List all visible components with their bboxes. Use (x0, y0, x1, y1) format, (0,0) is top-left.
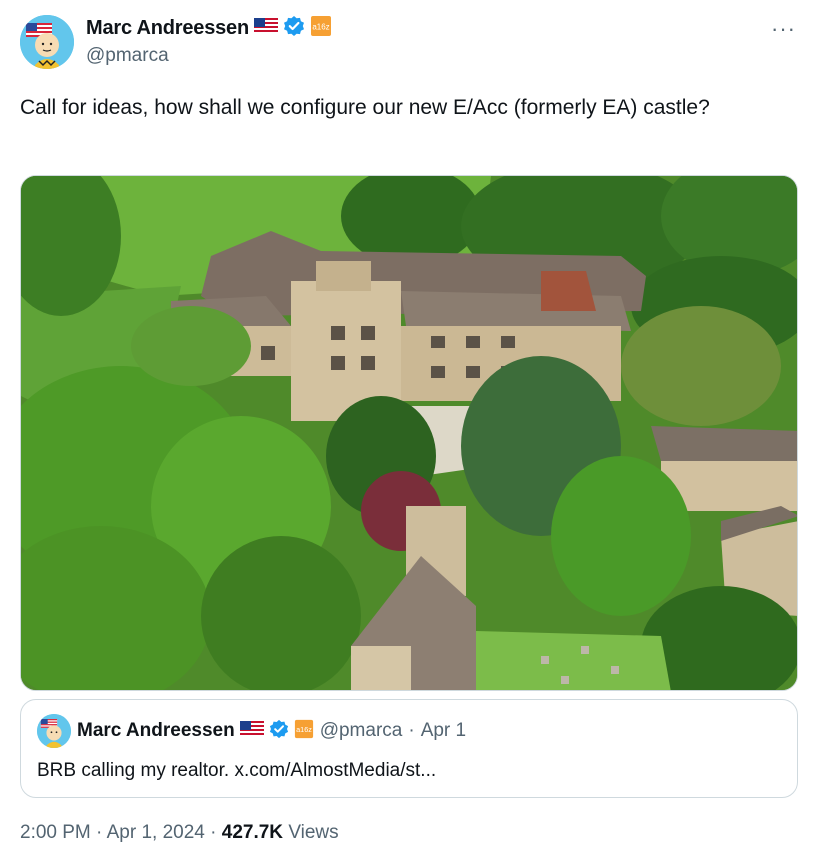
quoted-avatar[interactable] (37, 714, 71, 748)
tweet-time[interactable]: 2:00 PM (20, 822, 91, 843)
quoted-affiliate-label: a16z (296, 725, 312, 734)
tweet-text: Call for ideas, how shall we configure o… (20, 96, 710, 119)
more-options-icon[interactable]: ··· (771, 16, 796, 42)
tweet-photo[interactable] (20, 175, 798, 691)
quoted-tweet-text: BRB calling my realtor. x.com/AlmostMedi… (37, 760, 437, 781)
verified-badge-icon[interactable] (283, 15, 305, 42)
quoted-date[interactable]: Apr 1 (421, 720, 466, 742)
quoted-tweet-card[interactable]: Marc Andreessen a16z @pmarca · Apr 1 BRB… (20, 699, 798, 798)
verified-badge-icon[interactable] (269, 719, 289, 744)
views-count: 427.7K (221, 822, 284, 843)
us-flag-icon (254, 17, 278, 39)
us-flag-icon (239, 720, 264, 742)
author-handle[interactable]: @pmarca (86, 45, 169, 67)
quoted-separator: · (408, 720, 415, 741)
avatar[interactable] (20, 15, 74, 69)
meta-separator: · (210, 822, 217, 843)
author-display-name[interactable]: Marc Andreessen (86, 17, 249, 40)
tweet-meta: 2:00 PM · Apr 1, 2024 · 427.7K Views (20, 822, 339, 844)
affiliate-badge-icon[interactable]: a16z (294, 719, 314, 744)
quoted-author-name[interactable]: Marc Andreessen (77, 720, 235, 742)
affiliate-badge-icon[interactable]: a16z (310, 15, 332, 42)
views-label: Views (288, 822, 339, 843)
tweet-date[interactable]: Apr 1, 2024 (107, 822, 205, 843)
meta-separator: · (96, 822, 103, 843)
quoted-author-handle[interactable]: @pmarca (320, 720, 403, 742)
tweet-header: Marc Andreessen a16z @pmarca ··· (20, 12, 808, 72)
affiliate-label: a16z (312, 22, 329, 31)
